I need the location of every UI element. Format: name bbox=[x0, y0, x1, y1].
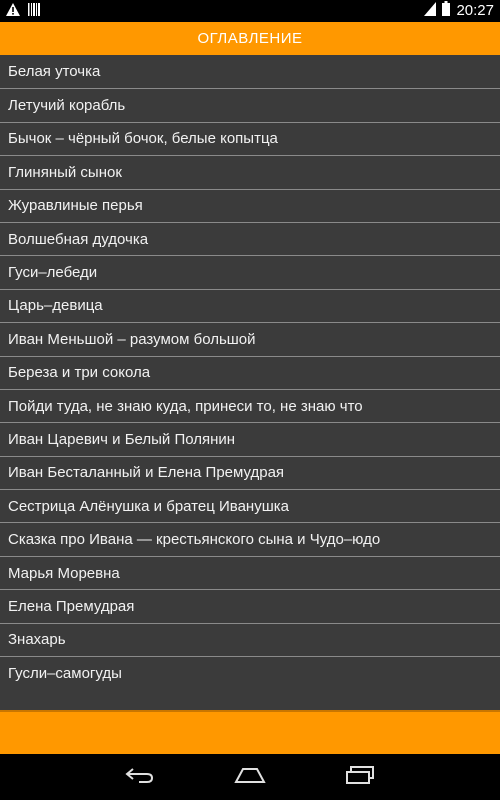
status-time: 20:27 bbox=[456, 1, 494, 19]
footer-bar bbox=[0, 710, 500, 754]
toc-item[interactable]: Глиняный сынок bbox=[0, 155, 500, 188]
toc-item[interactable]: Летучий корабль bbox=[0, 88, 500, 121]
toc-list[interactable]: Белая уточка Летучий корабль Бычок – чёр… bbox=[0, 55, 500, 710]
status-system: 20:27 bbox=[424, 1, 494, 19]
page-title: ОГЛАВЛЕНИЕ bbox=[0, 22, 500, 55]
back-icon bbox=[125, 766, 155, 789]
toc-item[interactable]: Елена Премудрая bbox=[0, 589, 500, 622]
toc-item[interactable]: Гусли–самогуды bbox=[0, 656, 500, 689]
warning-icon bbox=[6, 3, 20, 21]
toc-item[interactable]: Иван Царевич и Белый Полянин bbox=[0, 422, 500, 455]
recent-apps-button[interactable] bbox=[340, 762, 380, 792]
barcode-icon bbox=[28, 3, 40, 21]
toc-item[interactable]: Бычок – чёрный бочок, белые копытца bbox=[0, 121, 500, 155]
toc-item[interactable]: Сказка про Ивана — крестьянского сына и … bbox=[0, 522, 500, 555]
navigation-bar bbox=[0, 754, 500, 800]
toc-item[interactable]: Знахарь bbox=[0, 622, 500, 656]
home-icon bbox=[234, 766, 266, 789]
toc-item[interactable]: Волшебная дудочка bbox=[0, 221, 500, 255]
toc-item[interactable]: Иван Меньшой – разумом большой bbox=[0, 322, 500, 355]
toc-item[interactable]: Марья Моревна bbox=[0, 555, 500, 589]
toc-item[interactable]: Белая уточка bbox=[0, 55, 500, 88]
back-button[interactable] bbox=[120, 762, 160, 792]
recent-apps-icon bbox=[345, 765, 375, 789]
status-bar: 20:27 bbox=[0, 0, 500, 22]
toc-item[interactable]: Пойди туда, не знаю куда, принеси то, не… bbox=[0, 388, 500, 422]
sim-icon bbox=[424, 1, 437, 19]
home-button[interactable] bbox=[230, 762, 270, 792]
toc-item[interactable]: Гуси–лебеди bbox=[0, 255, 500, 288]
status-notifications bbox=[6, 3, 40, 21]
toc-item[interactable]: Иван Бесталанный и Елена Премудрая bbox=[0, 455, 500, 489]
toc-item[interactable]: Царь–девица bbox=[0, 288, 500, 322]
toc-item[interactable]: Журавлиные перья bbox=[0, 188, 500, 222]
toc-item[interactable]: Сестрица Алёнушка и братец Иванушка bbox=[0, 489, 500, 522]
toc-item[interactable]: Береза и три сокола bbox=[0, 355, 500, 389]
battery-icon bbox=[442, 1, 451, 19]
